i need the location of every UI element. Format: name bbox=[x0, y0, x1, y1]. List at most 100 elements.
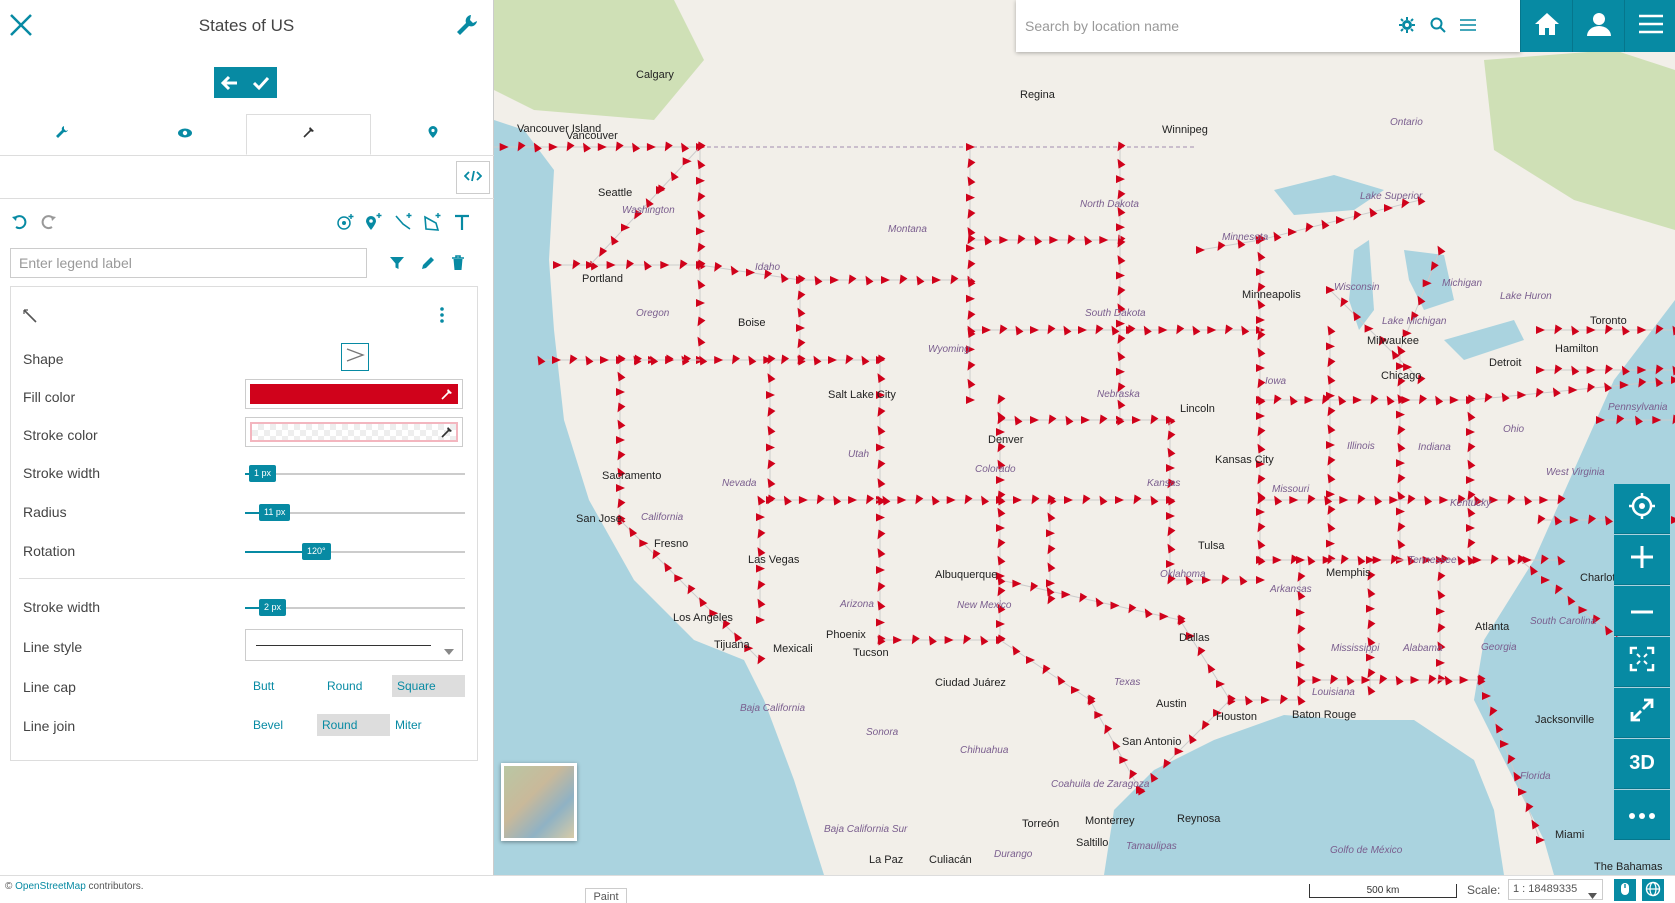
border-arrow-marker bbox=[999, 236, 1009, 244]
border-arrow-marker bbox=[1012, 579, 1022, 588]
add-line-icon[interactable] bbox=[392, 211, 414, 233]
search-input[interactable] bbox=[1016, 0, 1406, 52]
line-join-bevel[interactable]: Bevel bbox=[248, 714, 288, 736]
locate-button[interactable] bbox=[1614, 484, 1670, 534]
line-cap-label: Line cap bbox=[23, 679, 76, 695]
list-icon[interactable] bbox=[1457, 14, 1479, 36]
border-arrow-marker bbox=[674, 574, 684, 583]
home-button[interactable] bbox=[1520, 0, 1572, 52]
border-arrow-marker bbox=[597, 143, 607, 151]
tab-marker[interactable] bbox=[371, 114, 494, 155]
line-join-round[interactable]: Round bbox=[317, 714, 390, 736]
add-circle-icon[interactable] bbox=[334, 211, 356, 233]
stroke-width-slider[interactable]: 1 px bbox=[245, 465, 465, 482]
map-label-ciudad-juarez: Ciudad Juárez bbox=[935, 677, 1006, 689]
border-arrow-marker bbox=[1327, 325, 1336, 336]
map-attribution: © OpenStreetMap contributors. bbox=[5, 881, 144, 892]
border-arrow-marker bbox=[600, 356, 609, 364]
map-label-salt-lake-city: Salt Lake City bbox=[828, 389, 896, 401]
redo-icon[interactable] bbox=[38, 211, 60, 233]
map-label-lake-huron: Lake Huron bbox=[1500, 291, 1552, 302]
map-label-boise: Boise bbox=[738, 317, 766, 329]
line-join-miter[interactable]: Miter bbox=[390, 714, 427, 736]
map-label-detroit: Detroit bbox=[1489, 357, 1522, 369]
border-arrow-marker bbox=[1567, 595, 1576, 606]
symbolizer-properties: Shape Fill color Stroke color Stroke wid… bbox=[10, 286, 478, 761]
paint-tab[interactable]: Paint bbox=[585, 888, 627, 903]
code-editor-button[interactable] bbox=[456, 161, 490, 194]
slider-thumb[interactable]: 120° bbox=[302, 543, 331, 560]
osm-link[interactable]: OpenStreetMap bbox=[15, 881, 86, 892]
overview-minimap[interactable] bbox=[501, 763, 577, 841]
plus-icon bbox=[1629, 544, 1655, 575]
border-arrow-marker bbox=[1197, 646, 1206, 657]
line-cap-butt[interactable]: Butt bbox=[248, 675, 279, 697]
zoom-extent-button[interactable] bbox=[1614, 637, 1670, 687]
add-polygon-icon[interactable] bbox=[421, 211, 443, 233]
gear-icon[interactable] bbox=[1396, 14, 1418, 36]
filter-icon[interactable] bbox=[386, 252, 408, 274]
map-canvas[interactable]: Calgary Regina Winnipeg Vancouver Vancouver … bbox=[494, 0, 1675, 875]
map-label-seattle: Seattle bbox=[598, 187, 633, 199]
shape-picker[interactable] bbox=[341, 343, 369, 371]
tab-settings[interactable] bbox=[0, 114, 123, 155]
map-label-wisconsin: Wisconsin bbox=[1334, 282, 1380, 293]
border-arrow-marker bbox=[1196, 246, 1205, 254]
map-label-utah: Utah bbox=[848, 449, 870, 460]
map-label-sonora: Sonora bbox=[866, 727, 899, 738]
home-icon bbox=[1534, 12, 1560, 41]
border-arrow-marker bbox=[1256, 576, 1265, 584]
wrench-icon[interactable] bbox=[453, 11, 481, 39]
slider-thumb[interactable]: 11 px bbox=[259, 504, 291, 521]
add-marker-icon[interactable] bbox=[362, 211, 384, 233]
border-arrow-marker bbox=[1061, 590, 1071, 599]
map-label-south-carolina: South Carolina bbox=[1530, 616, 1597, 627]
tab-display[interactable] bbox=[123, 114, 246, 155]
legend-label-input[interactable] bbox=[10, 248, 367, 278]
map-label-idaho: Idaho bbox=[755, 262, 781, 273]
border-arrow-marker bbox=[1384, 204, 1393, 212]
map-label-california: California bbox=[641, 512, 684, 523]
line-style-select[interactable] bbox=[245, 629, 463, 661]
rule-toolbar bbox=[0, 205, 494, 237]
search-icon[interactable] bbox=[1427, 14, 1449, 36]
undo-icon[interactable] bbox=[8, 211, 30, 233]
globe-button[interactable] bbox=[1642, 879, 1664, 901]
line-stroke-width-slider[interactable]: 2 px bbox=[245, 599, 465, 616]
line-cap-round[interactable]: Round bbox=[322, 675, 367, 697]
map-label-mississippi: Mississippi bbox=[1331, 643, 1380, 654]
scale-select[interactable]: 1 : 18489335 bbox=[1508, 879, 1603, 900]
back-button[interactable] bbox=[217, 71, 243, 95]
slider-thumb[interactable]: 1 px bbox=[249, 465, 277, 482]
fullscreen-button[interactable] bbox=[1614, 688, 1670, 738]
user-button[interactable] bbox=[1572, 0, 1624, 52]
zoom-in-button[interactable] bbox=[1614, 535, 1670, 585]
rotation-slider[interactable]: 120° bbox=[245, 543, 465, 560]
tab-style[interactable] bbox=[246, 114, 371, 155]
trash-icon[interactable] bbox=[447, 252, 469, 274]
line-symbol-icon bbox=[21, 307, 39, 330]
add-text-icon[interactable] bbox=[451, 211, 473, 233]
fill-color-label: Fill color bbox=[23, 389, 76, 405]
stroke-color-picker[interactable] bbox=[245, 417, 463, 447]
border-arrow-marker bbox=[1586, 366, 1596, 374]
slider-thumb[interactable]: 2 px bbox=[259, 599, 287, 616]
back-confirm-group bbox=[214, 67, 277, 98]
radius-slider[interactable]: 11 px bbox=[245, 504, 465, 521]
border-arrow-marker bbox=[798, 496, 808, 504]
more-options-icon[interactable] bbox=[439, 306, 445, 329]
zoom-out-button[interactable] bbox=[1614, 586, 1670, 636]
chevron-down-icon bbox=[1588, 887, 1597, 903]
border-arrow-marker bbox=[1110, 601, 1120, 610]
more-tools-button[interactable] bbox=[1614, 790, 1670, 840]
border-arrow-marker bbox=[1605, 625, 1613, 636]
3d-view-button[interactable]: 3D bbox=[1614, 739, 1670, 789]
border-arrow-marker bbox=[552, 356, 561, 364]
mouse-position-button[interactable] bbox=[1614, 879, 1636, 901]
border-arrow-marker bbox=[897, 496, 907, 504]
menu-button[interactable] bbox=[1624, 0, 1675, 52]
edit-icon[interactable] bbox=[417, 252, 439, 274]
line-cap-square[interactable]: Square bbox=[392, 675, 465, 697]
fill-color-picker[interactable] bbox=[245, 379, 463, 409]
confirm-button[interactable] bbox=[248, 71, 274, 95]
